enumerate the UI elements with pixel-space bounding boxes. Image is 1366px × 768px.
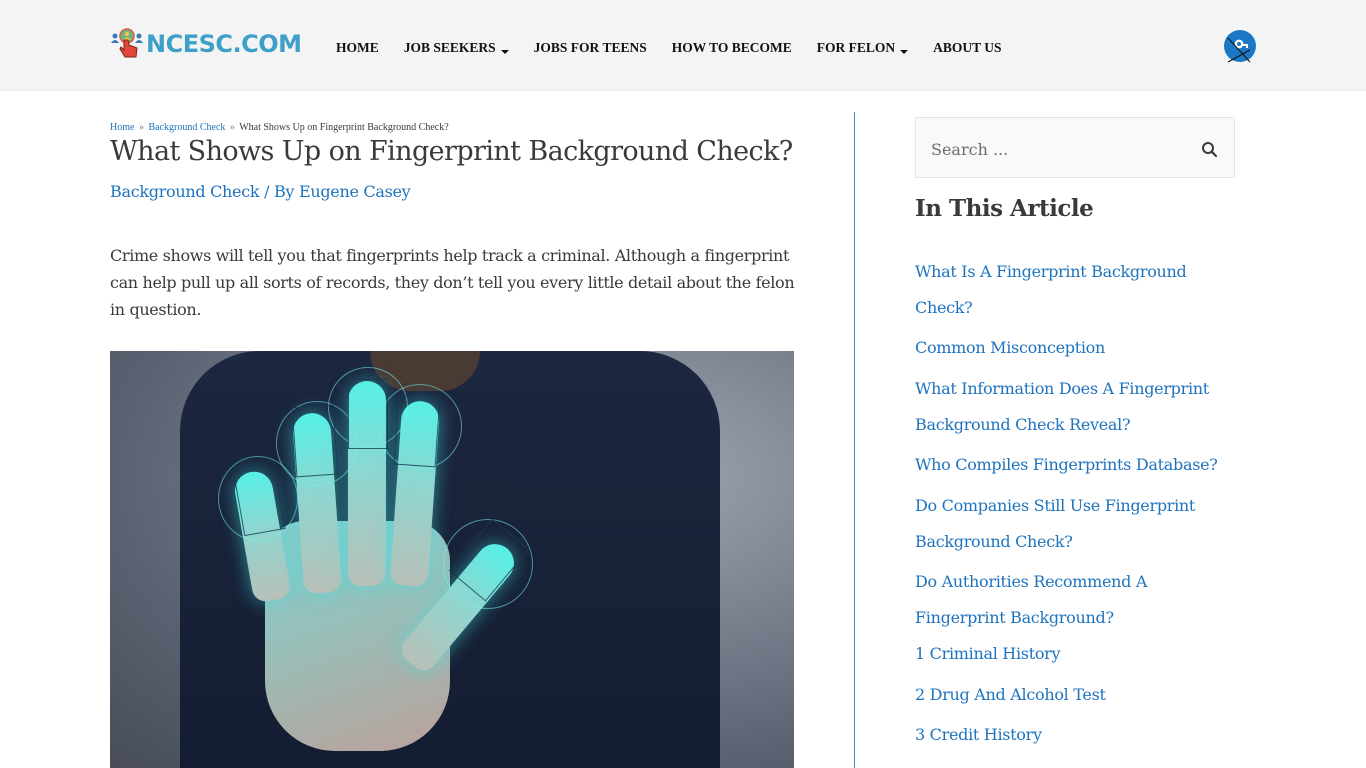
nav-job-seekers-label: JOB SEEKERS [403,40,496,55]
nav-about-us-label: ABOUT US [933,40,1002,55]
breadcrumb-separator: » [138,122,144,133]
scan-frame [291,404,339,478]
breadcrumb-home[interactable]: Home [110,122,134,133]
logo-text: NCESC.COM [146,30,302,58]
search-input[interactable] [931,136,1181,162]
breadcrumb-separator: » [229,122,235,133]
caret-down-icon [500,49,509,54]
toc-item[interactable]: Do Companies Still Use Fingerprint Backg… [915,488,1235,560]
scan-frame [393,394,441,468]
nav-jobs-for-teens[interactable]: JOBS FOR TEENS [534,40,647,56]
by-label: / By [259,182,299,201]
caret-down-icon [900,49,909,54]
toc-item[interactable]: 3 Credit History [915,717,1235,753]
content-sidebar-divider [854,112,855,768]
toc-item[interactable]: Common Misconception [915,330,1235,366]
nav-home-label: HOME [336,40,379,55]
breadcrumb: Home » Background Check » What Shows Up … [110,122,449,133]
breadcrumb-background-check[interactable]: Background Check [148,122,225,133]
main-nav: HOME JOB SEEKERS JOBS FOR TEENS HOW TO B… [336,38,1027,58]
nav-for-felon-label: FOR FELON [816,40,896,55]
site-logo[interactable]: NCESC.COM [110,28,302,60]
toc-item[interactable]: 2 Drug And Alcohol Test [915,677,1235,713]
category-link[interactable]: Background Check [110,182,260,201]
article-hero-image [110,351,794,768]
page-title: What Shows Up on Fingerprint Background … [110,136,793,167]
sidebar-search [915,117,1235,178]
user-account-icon [1227,37,1251,63]
author-link[interactable]: Eugene Casey [299,182,411,201]
nav-about-us[interactable]: ABOUT US [933,40,1001,56]
nav-for-felon[interactable]: FOR FELON [816,40,909,56]
article-intro: Crime shows will tell you that fingerpri… [110,246,795,319]
toc-item[interactable]: What Is A Fingerprint Background Check? [915,254,1235,326]
toc-item[interactable]: 1 Criminal History [915,636,1235,672]
toc-item[interactable]: Do Authorities Recommend A Fingerprint B… [915,564,1235,636]
nav-how-to-become-label: HOW TO BECOME [671,40,792,55]
search-icon[interactable] [1200,140,1220,160]
breadcrumb-current: What Shows Up on Fingerprint Background … [239,122,449,133]
nav-how-to-become[interactable]: HOW TO BECOME [672,40,792,56]
nav-job-seekers[interactable]: JOB SEEKERS [404,40,509,56]
site-header: NCESC.COM HOME JOB SEEKERS JOBS FOR TEEN… [0,0,1366,91]
toc-title: In This Article [915,195,1094,222]
logo-hand-icon [110,28,144,60]
post-meta: Background Check / By Eugene Casey [110,182,411,201]
nav-home[interactable]: HOME [336,40,379,56]
nav-jobs-for-teens-label: JOBS FOR TEENS [533,40,647,55]
toc-item[interactable]: Who Compiles Fingerprints Database? [915,447,1235,483]
scan-frame [348,379,388,449]
account-button[interactable] [1224,30,1256,63]
toc-item[interactable]: What Information Does A Fingerprint Back… [915,371,1235,443]
